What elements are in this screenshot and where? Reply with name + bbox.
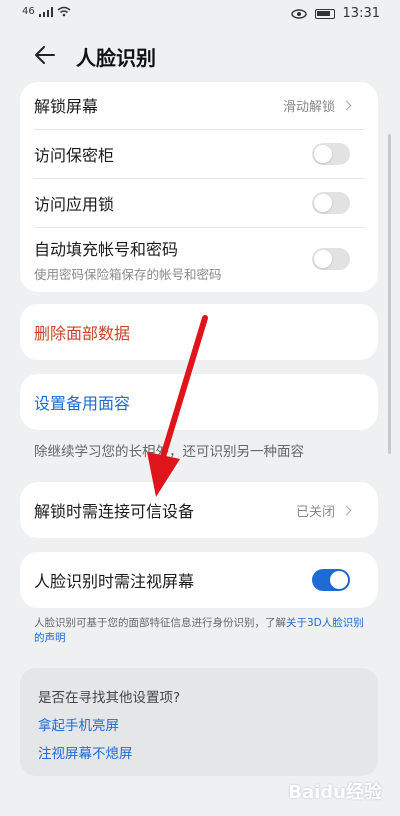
unlock-screen-row[interactable]: 解锁屏幕 滑动解锁 bbox=[34, 82, 364, 128]
access-applock-row: 访问应用锁 bbox=[34, 179, 364, 227]
toggle-knob bbox=[314, 250, 332, 268]
alt-face-note: 除继续学习您的长相外，还可识别另一种面容 bbox=[34, 444, 304, 460]
autofill-row: 自动填充帐号和密码 使用密码保险箱保存的帐号和密码 bbox=[34, 228, 364, 290]
toggle-knob bbox=[314, 194, 332, 212]
chevron-right-icon bbox=[341, 505, 352, 515]
suggestion-link-raise-to-wake[interactable]: 拿起手机亮屏 bbox=[38, 714, 119, 734]
signal-indicator: 46 bbox=[22, 6, 71, 17]
autofill-label: 自动填充帐号和密码 bbox=[34, 239, 179, 259]
battery-icon bbox=[314, 8, 335, 19]
signal-label: 46 bbox=[22, 6, 35, 17]
trusted-device-card[interactable]: 解锁时需连接可信设备 已关闭 bbox=[20, 482, 378, 538]
gaze-toggle[interactable] bbox=[312, 569, 350, 591]
eye-icon bbox=[290, 8, 307, 19]
access-applock-toggle[interactable] bbox=[312, 192, 350, 214]
unlock-screen-label: 解锁屏幕 bbox=[34, 97, 99, 116]
suggestions-panel: 是否在寻找其他设置项? 拿起手机亮屏 注视屏幕不熄屏 bbox=[20, 668, 378, 776]
alt-face-row: 设置备用面容 bbox=[34, 374, 364, 430]
statement-note: 人脸识别可基于您的面部特征信息进行身份识别，了解关于3D人脸识别的声明 bbox=[34, 616, 374, 646]
suggestions-question: 是否在寻找其他设置项? bbox=[38, 690, 181, 706]
alt-face-card[interactable]: 设置备用面容 bbox=[20, 374, 378, 430]
back-arrow-icon[interactable] bbox=[32, 42, 58, 68]
access-safe-label: 访问保密柜 bbox=[34, 146, 115, 165]
signal-icon bbox=[38, 6, 53, 17]
toggle-knob bbox=[314, 145, 332, 163]
autofill-sub: 使用密码保险箱保存的帐号和密码 bbox=[34, 266, 222, 282]
unlock-screen-value: 滑动解锁 bbox=[282, 96, 352, 115]
access-safe-toggle[interactable] bbox=[312, 143, 350, 165]
access-safe-row: 访问保密柜 bbox=[34, 130, 364, 178]
access-applock-label: 访问应用锁 bbox=[34, 195, 115, 214]
alt-face-button[interactable]: 设置备用面容 bbox=[34, 390, 130, 414]
scrollbar[interactable] bbox=[388, 134, 391, 454]
gaze-card: 人脸识别时需注视屏幕 bbox=[20, 552, 378, 608]
gaze-row: 人脸识别时需注视屏幕 bbox=[34, 552, 364, 608]
app-bar: 人脸识别 bbox=[0, 28, 400, 84]
delete-face-card[interactable]: 删除面部数据 bbox=[20, 304, 378, 360]
watermark-logo: Baidu经验 bbox=[288, 782, 382, 803]
statement-text: 人脸识别可基于您的面部特征信息进行身份识别，了解 bbox=[34, 617, 286, 629]
status-bar: 46 13:31 bbox=[0, 0, 400, 28]
chevron-right-icon bbox=[341, 100, 352, 110]
gaze-label: 人脸识别时需注视屏幕 bbox=[34, 572, 195, 591]
toggle-knob bbox=[330, 571, 348, 589]
trusted-device-label: 解锁时需连接可信设备 bbox=[34, 502, 195, 521]
page-title: 人脸识别 bbox=[76, 46, 156, 70]
trusted-device-value-text: 已关闭 bbox=[295, 504, 335, 520]
delete-face-button[interactable]: 删除面部数据 bbox=[34, 320, 130, 344]
face-usage-card: 解锁屏幕 滑动解锁 访问保密柜 访问应用锁 自动填充帐号和密码 使用密码保险箱保… bbox=[20, 82, 378, 292]
autofill-toggle[interactable] bbox=[312, 248, 350, 270]
clock: 13:31 bbox=[342, 6, 380, 21]
unlock-screen-value-text: 滑动解锁 bbox=[282, 99, 335, 115]
autofill-text: 自动填充帐号和密码 使用密码保险箱保存的帐号和密码 bbox=[34, 236, 222, 283]
trusted-device-row[interactable]: 解锁时需连接可信设备 已关闭 bbox=[34, 482, 364, 538]
wifi-icon bbox=[57, 6, 71, 17]
delete-face-row: 删除面部数据 bbox=[34, 304, 364, 360]
suggestion-link-gaze-keep-on[interactable]: 注视屏幕不熄屏 bbox=[38, 742, 133, 762]
trusted-device-value: 已关闭 bbox=[295, 501, 352, 520]
